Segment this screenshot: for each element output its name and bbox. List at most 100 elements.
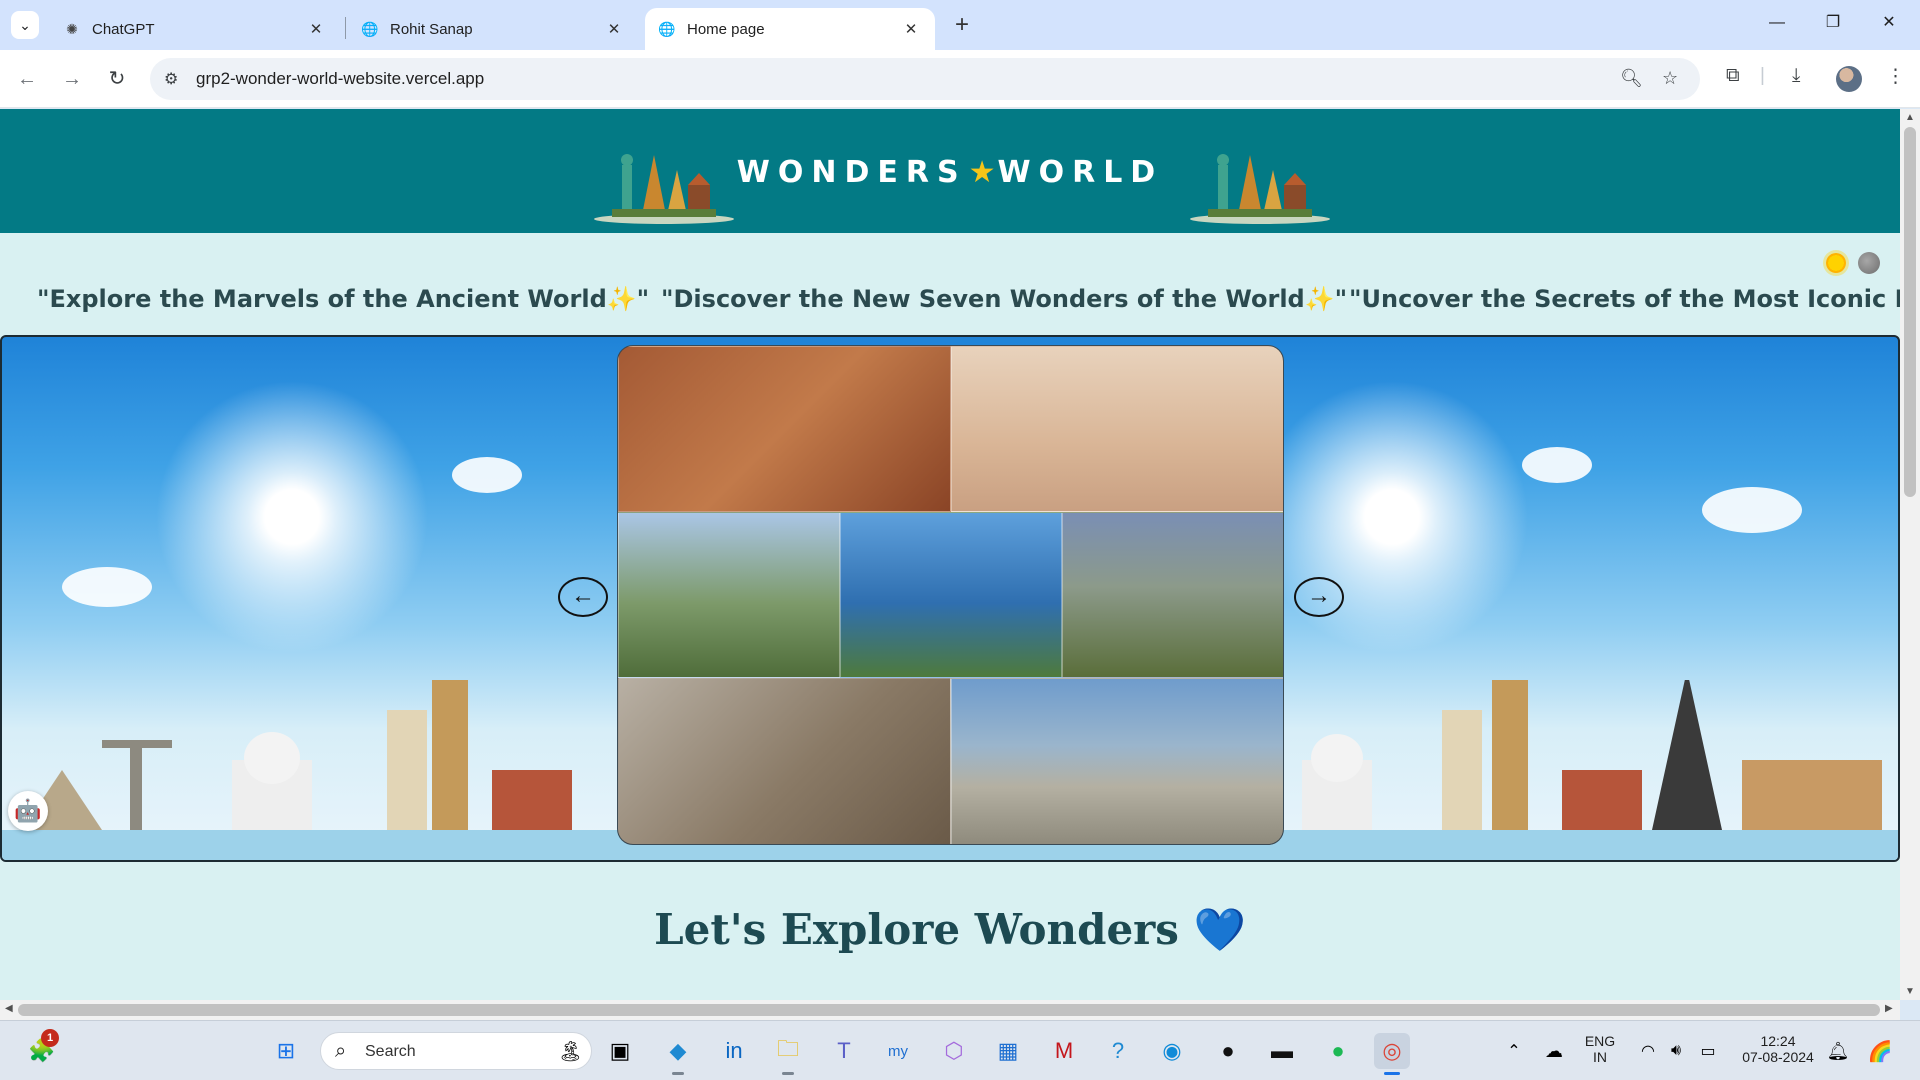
wonders-collage[interactable] — [617, 345, 1284, 845]
site-brand-title: WONDERS★WORLD — [0, 155, 1900, 190]
region-code: IN — [1593, 1049, 1607, 1065]
site-info-icon[interactable]: ⚙ — [164, 69, 178, 89]
sun-glow — [132, 357, 452, 677]
collage-image-taj-mahal — [951, 346, 1283, 512]
spotify-icon[interactable]: ● — [1320, 1033, 1356, 1069]
horizontal-scrollbar[interactable]: ◀ ▶ — [0, 1000, 1900, 1020]
windows-start-icon[interactable]: ⊞ — [268, 1033, 304, 1069]
vertical-scrollbar[interactable]: ▲ ▼ — [1900, 109, 1920, 1000]
scroll-down-icon[interactable]: ▼ — [1900, 986, 1920, 997]
search-highlight-icon: 🏝 — [557, 1041, 583, 1063]
language-indicator[interactable]: ENG IN — [1582, 1033, 1618, 1065]
search-icon: ⌕ — [335, 1040, 347, 1062]
mcafee-icon[interactable]: M — [1046, 1033, 1082, 1069]
cloud — [452, 457, 522, 493]
wonders-logo-art-right — [1190, 154, 1330, 224]
zoom-icon[interactable]: 🔍︎ — [1620, 68, 1643, 89]
search-placeholder: Search — [365, 1043, 416, 1060]
carousel-prev-button[interactable]: ← — [558, 577, 608, 617]
show-hidden-icons-icon[interactable]: ⌃ — [1496, 1033, 1532, 1069]
close-icon[interactable]: ✕ — [604, 20, 624, 38]
extensions-icon[interactable]: ⧉ — [1726, 65, 1740, 87]
notification-bell-icon[interactable]: 🔔︎ — [1820, 1033, 1856, 1069]
tab-rohit-sanap[interactable]: 🌐 Rohit Sanap ✕ — [348, 8, 638, 50]
tab-divider — [345, 17, 346, 39]
url-text[interactable]: grp2-wonder-world-website.vercel.app — [196, 69, 484, 89]
clock[interactable]: 12:24 07-08-2024 — [1730, 1033, 1826, 1065]
close-icon[interactable]: ✕ — [901, 20, 921, 38]
chrome-icon[interactable]: ◎ — [1374, 1033, 1410, 1075]
brand-word-right: WORLD — [997, 155, 1164, 190]
close-window-button[interactable]: ✕ — [1866, 8, 1912, 38]
tab-title: Rohit Sanap — [390, 20, 473, 38]
chatgpt-icon: ✺ — [66, 20, 78, 37]
toolbar-divider: | — [1760, 65, 1765, 86]
tab-search-button[interactable]: ⌄ — [11, 11, 39, 39]
chatbot-launcher-icon[interactable]: 🤖 — [8, 791, 48, 831]
tagline: "Uncover the Secrets of the Most Iconic … — [1349, 285, 1900, 313]
taskbar-search-input[interactable]: ⌕ Search 🏝 — [320, 1032, 592, 1070]
github-icon[interactable]: ● — [1210, 1033, 1246, 1069]
tagline: "Explore the Marvels of the Ancient Worl… — [37, 285, 650, 313]
close-icon[interactable]: ✕ — [306, 20, 326, 38]
collage-image-chichen-itza — [951, 678, 1283, 844]
forward-icon[interactable]: → — [57, 64, 87, 94]
download-icon[interactable]: ⤓ — [1792, 65, 1800, 87]
shapes-app-icon[interactable]: ⬡ — [936, 1033, 972, 1069]
hero-carousel: ← → — [0, 335, 1900, 862]
help-icon[interactable]: ? — [1100, 1033, 1136, 1069]
scroll-up-icon[interactable]: ▲ — [1900, 112, 1920, 123]
tab-title: Home page — [687, 20, 765, 38]
back-icon[interactable]: ← — [12, 64, 42, 94]
chevron-down-icon: ⌄ — [19, 16, 31, 33]
edge-icon[interactable]: ◉ — [1154, 1033, 1190, 1069]
address-bar[interactable]: ⚙ grp2-wonder-world-website.vercel.app 🔍… — [150, 58, 1700, 100]
carousel-next-button[interactable]: → — [1294, 577, 1344, 617]
onedrive-icon[interactable]: ☁ — [1536, 1033, 1572, 1069]
globe-icon: 🌐 — [658, 20, 676, 37]
windows-taskbar: 🧩 ⊞ ⌕ Search 🏝 ▣ ◆ in 🗀 T my ⬡ ▦ M ? ◉ ●… — [0, 1020, 1920, 1080]
light-theme-toggle[interactable] — [1826, 253, 1846, 273]
bookmark-star-icon[interactable]: ☆ — [1662, 68, 1678, 89]
cloud — [62, 567, 152, 607]
site-header: WONDERS★WORLD — [0, 109, 1900, 233]
restore-button[interactable]: ❐ — [1810, 8, 1856, 38]
new-tab-button[interactable]: + — [948, 11, 976, 39]
menu-icon[interactable]: ⋮ — [1886, 65, 1905, 88]
globe-icon: 🌐 — [361, 20, 379, 37]
clock-time: 12:24 — [1760, 1033, 1796, 1049]
collage-image-colosseum — [618, 678, 951, 844]
tab-chatgpt[interactable]: ✺ ChatGPT ✕ — [50, 8, 340, 50]
notification-badge: 1 — [41, 1029, 59, 1047]
reload-icon[interactable]: ↻ — [102, 64, 132, 94]
file-explorer-icon[interactable]: 🗀 — [770, 1033, 806, 1075]
task-view-icon[interactable]: ▣ — [602, 1033, 638, 1069]
scrollbar-thumb[interactable] — [18, 1004, 1880, 1016]
collage-image-christ-redeemer — [840, 512, 1062, 678]
cloud — [1522, 447, 1592, 483]
copilot-pre-icon[interactable]: 🌈 — [1862, 1033, 1898, 1069]
minimize-button[interactable]: — — [1754, 8, 1800, 38]
cloud — [1702, 487, 1802, 533]
tab-home-page[interactable]: 🌐 Home page ✕ — [645, 8, 935, 50]
vscode-icon[interactable]: ◆ — [660, 1033, 696, 1075]
profile-avatar[interactable] — [1836, 66, 1862, 92]
volume-icon[interactable]: 🔊︎ — [1658, 1033, 1694, 1069]
collage-image-machu-picchu — [1062, 512, 1283, 678]
scroll-left-icon[interactable]: ◀ — [5, 1003, 13, 1014]
tab-title: ChatGPT — [92, 20, 155, 38]
tagline-marquee: "Explore the Marvels of the Ancient Worl… — [0, 285, 1900, 325]
browser-tab-bar: ⌄ ✺ ChatGPT ✕ 🌐 Rohit Sanap ✕ 🌐 Home pag… — [0, 0, 1920, 50]
mysql-workbench-icon[interactable]: my — [880, 1033, 916, 1069]
scrollbar-thumb[interactable] — [1904, 127, 1916, 497]
microsoft-store-icon[interactable]: ▦ — [990, 1033, 1026, 1069]
dark-theme-toggle[interactable] — [1858, 252, 1880, 274]
linkedin-icon[interactable]: in — [716, 1033, 752, 1069]
teams-icon[interactable]: T — [826, 1033, 862, 1069]
scroll-right-icon[interactable]: ▶ — [1885, 1003, 1893, 1014]
terminal-icon[interactable]: ▬ — [1264, 1033, 1300, 1069]
language-code: ENG — [1584, 1033, 1616, 1049]
battery-icon[interactable]: ▭ — [1690, 1033, 1726, 1069]
star-icon: ★ — [968, 155, 996, 190]
browser-toolbar: ← → ↻ ⚙ grp2-wonder-world-website.vercel… — [0, 50, 1920, 108]
